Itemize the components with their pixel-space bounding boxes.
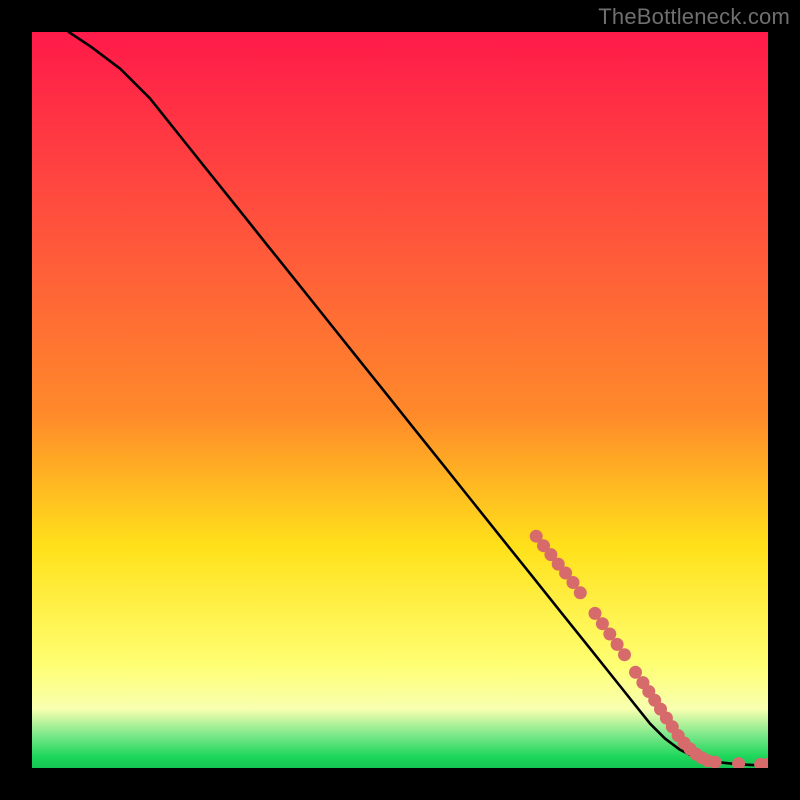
data-marker — [574, 586, 587, 599]
chart-frame: TheBottleneck.com — [0, 0, 800, 800]
gradient-background — [32, 32, 768, 768]
watermark-text: TheBottleneck.com — [598, 4, 790, 30]
data-marker — [618, 648, 631, 661]
plot-svg — [32, 32, 768, 768]
plot-area — [32, 32, 768, 768]
data-marker — [709, 756, 722, 768]
